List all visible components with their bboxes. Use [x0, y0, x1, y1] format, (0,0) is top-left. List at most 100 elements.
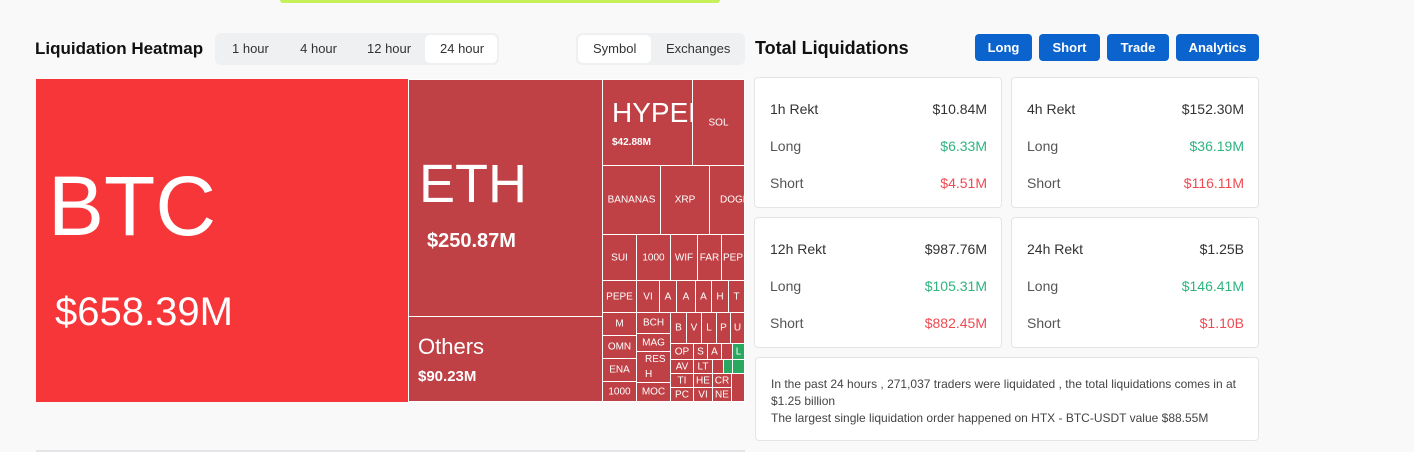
long-value: $36.19M	[1189, 138, 1244, 154]
cell-symbol: ETH	[419, 154, 527, 214]
tab-4-hour[interactable]: 4 hour	[285, 35, 352, 63]
treemap-cell-eth[interactable]: ETH $250.87M	[408, 79, 603, 317]
long-button[interactable]: Long	[975, 34, 1032, 61]
treemap-cell-pepe[interactable]: PEPE	[602, 280, 637, 313]
treemap-cell-res[interactable]: RES H	[636, 351, 671, 383]
treemap-cell-m[interactable]: M	[602, 312, 637, 336]
treemap-cell-vi[interactable]: VI	[636, 280, 660, 313]
tab-12-hour[interactable]: 12 hour	[352, 35, 425, 63]
treemap-cell-xrp[interactable]: XRP	[660, 165, 710, 235]
cell-symbol: PC	[675, 389, 689, 400]
card-total: $10.84M	[932, 101, 987, 117]
cell-symbol: VI	[698, 389, 708, 400]
card-total: $152.30M	[1181, 101, 1244, 117]
tab-24-hour[interactable]: 24 hour	[425, 35, 497, 63]
cell-value: $90.23M	[418, 368, 477, 385]
cell-symbol: LT	[697, 361, 709, 372]
cell-symbol: PEP	[722, 252, 744, 263]
cell-symbol: FAR	[699, 252, 720, 263]
cell-symbol: P	[720, 322, 727, 334]
treemap-cell-others[interactable]: Others $90.23M	[408, 316, 603, 402]
treemap-cell-pc[interactable]: PC	[670, 387, 694, 402]
treemap-cell-vi[interactable]: VI	[693, 387, 713, 402]
treemap-cell-btc[interactable]: BTC $658.39M	[36, 79, 409, 402]
liquidation-summary: In the past 24 hours , 271,037 traders w…	[755, 357, 1259, 441]
cell-symbol: OP	[674, 346, 690, 357]
treemap-cell-b[interactable]: B	[670, 312, 687, 344]
long-label: Long	[1027, 138, 1059, 154]
treemap-cell-t[interactable]: T	[728, 280, 745, 313]
treemap-cell-a[interactable]: A	[676, 280, 696, 313]
treemap-cell-wif[interactable]: WIF	[670, 234, 698, 281]
cell-symbol: SUI	[611, 252, 628, 263]
treemap-cell-a[interactable]: A	[707, 343, 722, 360]
cell-symbol: VI	[643, 291, 653, 302]
treemap-cell-1000b[interactable]: 1000	[602, 381, 637, 402]
treemap-cell-p[interactable]: P	[716, 312, 731, 344]
cell-symbol: V	[690, 322, 698, 334]
cell-symbol: TI	[677, 375, 687, 386]
long-label: Long	[770, 138, 802, 154]
treemap-cell-lt[interactable]: LT	[693, 359, 713, 374]
treemap-cell-unlabeled[interactable]	[731, 373, 745, 402]
treemap-cell-he[interactable]: HE	[693, 373, 713, 388]
cell-value: $658.39M	[55, 290, 233, 334]
treemap-cell-moc[interactable]: MOC	[636, 382, 671, 402]
cell-symbol: NE	[715, 389, 729, 400]
tab-symbol[interactable]: Symbol	[578, 35, 651, 63]
tab-1-hour[interactable]: 1 hour	[217, 35, 285, 63]
treemap-cell-cr[interactable]: CR	[712, 373, 732, 388]
treemap-cell-bch[interactable]: BCH	[636, 312, 671, 334]
treemap-cell-s[interactable]: S	[693, 343, 708, 360]
treemap-cell-a[interactable]: A	[695, 280, 712, 313]
trade-button[interactable]: Trade	[1107, 34, 1169, 61]
treemap-cell-hyper[interactable]: HYPER $42.88M	[602, 79, 693, 166]
rekt-card-4h: 4h Rekt $152.30M Long $36.19M Short $116.11…	[1011, 77, 1259, 208]
cell-symbol: XRP	[674, 194, 696, 206]
card-total: $987.76M	[924, 241, 987, 257]
card-label: 24h Rekt	[1027, 241, 1084, 257]
treemap-cell-far[interactable]: FAR	[697, 234, 722, 281]
cell-symbol: 1000	[642, 252, 665, 263]
treemap-cell-op[interactable]: OP	[670, 343, 694, 360]
treemap-cell-omn[interactable]: OMN	[602, 335, 637, 359]
treemap-cell-mag[interactable]: MAG	[636, 333, 671, 352]
treemap-cell-av[interactable]: AV	[670, 359, 694, 374]
summary-traders-liquidated: In the past 24 hours , 271,037 traders w…	[771, 377, 1236, 408]
treemap-cell-pep[interactable]: PEP	[721, 234, 745, 281]
treemap-cell-unlabeled[interactable]	[732, 359, 745, 374]
treemap-cell-l[interactable]: L	[732, 343, 745, 360]
treemap-cell-ena[interactable]: ENA	[602, 358, 637, 382]
treemap-cell-l[interactable]: L	[701, 312, 717, 344]
treemap-cell-doge[interactable]: DOGE	[709, 165, 745, 235]
tab-exchanges[interactable]: Exchanges	[651, 35, 743, 63]
cell-symbol: CR	[714, 375, 730, 386]
short-value: $1.10B	[1199, 315, 1244, 331]
long-value: $6.33M	[940, 138, 987, 154]
cell-symbol: AV	[675, 361, 689, 372]
cell-symbol: MAG	[642, 337, 665, 348]
cell-symbol: WIF	[674, 252, 694, 263]
treemap-cell-u[interactable]: U	[730, 312, 745, 344]
treemap-cell-a[interactable]: A	[659, 280, 677, 313]
total-liquidations-title: Total Liquidations	[755, 38, 909, 58]
cell-symbol: L	[735, 346, 742, 357]
treemap-cell-sui[interactable]: SUI	[602, 234, 637, 281]
cell-symbol: S	[697, 346, 704, 357]
treemap-cell-v[interactable]: V	[686, 312, 702, 344]
treemap-cell-ne[interactable]: NE	[712, 387, 732, 402]
treemap-cell-h[interactable]: H	[711, 280, 729, 313]
short-button[interactable]: Short	[1039, 34, 1100, 61]
cell-symbol: T	[733, 291, 740, 302]
cell-symbol: H	[716, 291, 724, 302]
cell-symbol: L	[706, 322, 712, 334]
top-accent-bar	[280, 0, 720, 3]
analytics-button[interactable]: Analytics	[1176, 34, 1259, 61]
treemap-cell-ti[interactable]: TI	[670, 373, 694, 388]
short-value: $4.51M	[940, 175, 987, 191]
cell-symbol: BTC	[48, 159, 216, 253]
treemap-cell-1000a[interactable]: 1000	[636, 234, 671, 281]
treemap-cell-sol[interactable]: SOL	[692, 79, 745, 166]
time-range-tabs: 1 hour 4 hour 12 hour 24 hour	[215, 33, 499, 65]
treemap-cell-bananas[interactable]: BANANAS	[602, 165, 661, 235]
